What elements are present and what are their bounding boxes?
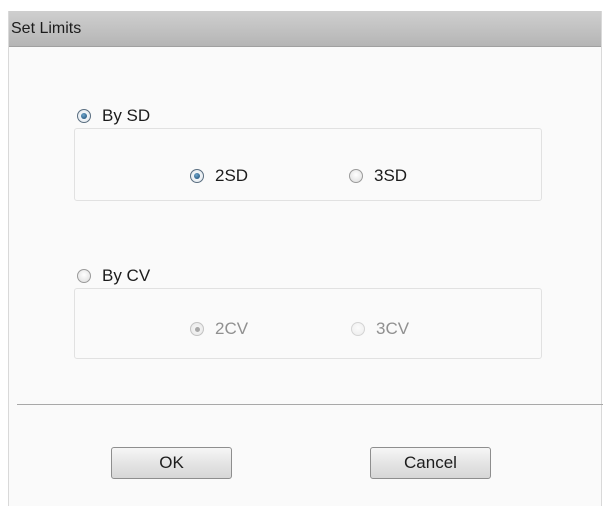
radio-3sd-indicator-icon bbox=[349, 169, 363, 183]
radio-3cv[interactable]: 3CV bbox=[351, 319, 409, 339]
dialog-titlebar: Set Limits bbox=[9, 11, 601, 47]
by-cv-label: By CV bbox=[102, 266, 151, 285]
set-limits-dialog: Set Limits By SD 2SD 3SD By CV 2CV 3CV O… bbox=[8, 11, 603, 506]
radio-2sd[interactable]: 2SD bbox=[190, 166, 248, 186]
cancel-button[interactable]: Cancel bbox=[370, 447, 491, 479]
by-sd-groupbox bbox=[74, 128, 542, 201]
ok-button[interactable]: OK bbox=[111, 447, 232, 479]
radio-2cv-label: 2CV bbox=[215, 319, 249, 338]
radio-2cv[interactable]: 2CV bbox=[190, 319, 248, 339]
by-cv-radio-indicator-icon bbox=[77, 269, 91, 283]
radio-3sd[interactable]: 3SD bbox=[349, 166, 407, 186]
dialog-title: Set Limits bbox=[11, 20, 82, 37]
by-sd-radio-indicator-icon bbox=[77, 109, 91, 123]
by-sd-radio[interactable]: By SD bbox=[77, 106, 150, 126]
radio-2sd-label: 2SD bbox=[215, 166, 249, 185]
radio-3cv-indicator-icon bbox=[351, 322, 365, 336]
by-cv-radio[interactable]: By CV bbox=[77, 266, 150, 286]
by-cv-groupbox bbox=[74, 288, 542, 359]
by-sd-label: By SD bbox=[102, 106, 151, 125]
radio-2cv-indicator-icon bbox=[190, 322, 204, 336]
radio-3sd-label: 3SD bbox=[374, 166, 408, 185]
radio-3cv-label: 3CV bbox=[376, 319, 410, 338]
button-separator bbox=[17, 404, 603, 405]
radio-2sd-indicator-icon bbox=[190, 169, 204, 183]
